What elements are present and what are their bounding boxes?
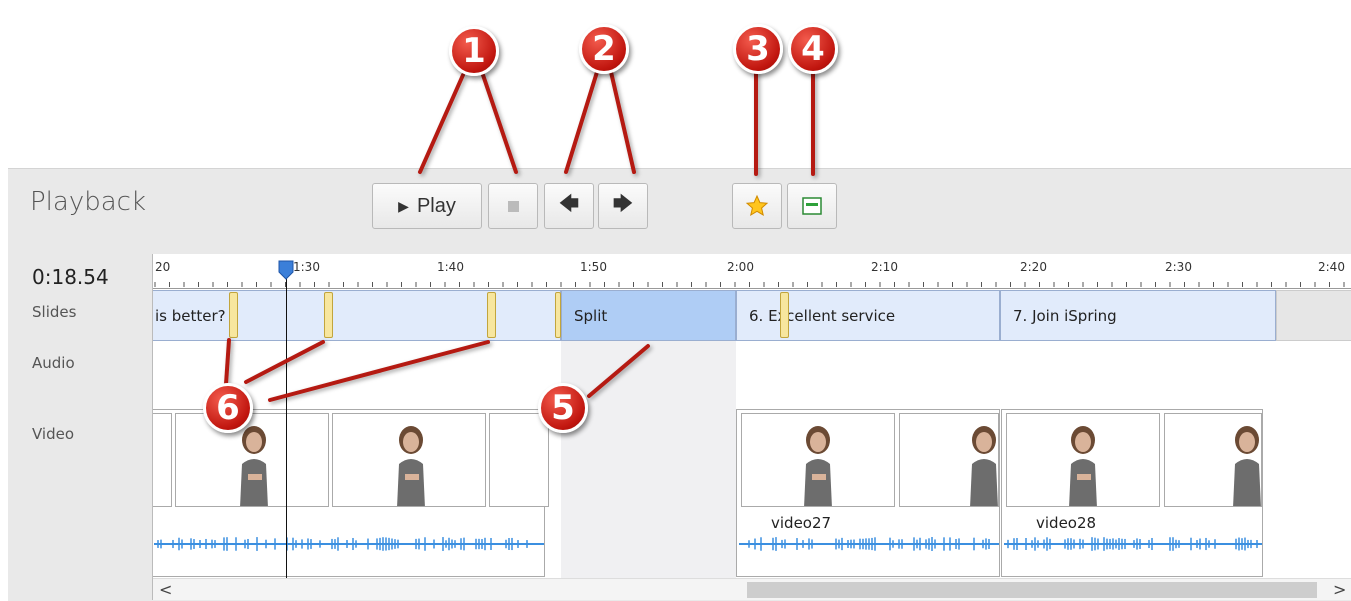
next-button[interactable]: 🡆 bbox=[598, 183, 648, 229]
tick-label: 20 bbox=[155, 260, 171, 274]
slide-marker[interactable] bbox=[487, 292, 496, 338]
audio-waveform bbox=[154, 537, 544, 551]
video-clip[interactable] bbox=[153, 409, 549, 577]
callout-1: 1 bbox=[449, 26, 499, 76]
timeline[interactable]: 20 1:30 1:40 1:50 2:00 2:10 2:20 2:30 2:… bbox=[152, 254, 1351, 600]
scrollbar-thumb[interactable] bbox=[747, 582, 1317, 598]
scroll-right-arrow[interactable]: > bbox=[1333, 580, 1346, 599]
slide-button[interactable] bbox=[787, 183, 837, 229]
tick-label: 2:10 bbox=[871, 260, 898, 274]
video-clip[interactable]: video28 bbox=[1001, 409, 1263, 577]
video-thumbnail bbox=[1164, 413, 1262, 507]
clip-label: video27 bbox=[771, 514, 832, 532]
clip-label: video28 bbox=[1036, 514, 1097, 532]
panel-title: Playback bbox=[30, 187, 147, 217]
slide-icon bbox=[802, 197, 822, 215]
callout-2: 2 bbox=[579, 24, 629, 74]
horizontal-scrollbar[interactable]: < > bbox=[153, 578, 1351, 600]
star-icon bbox=[745, 194, 769, 217]
presenter-image bbox=[970, 426, 998, 506]
presenter-image bbox=[1233, 426, 1261, 506]
stop-icon bbox=[507, 200, 519, 212]
mark-button[interactable] bbox=[732, 183, 782, 229]
tick-label: 1:30 bbox=[293, 260, 320, 274]
arrow-left-icon: 🡄 bbox=[558, 193, 580, 215]
tick-label: 2:00 bbox=[727, 260, 754, 274]
audio-waveform bbox=[739, 537, 999, 551]
presenter-image bbox=[240, 426, 268, 506]
callout-3: 3 bbox=[733, 24, 783, 74]
video-thumbnail bbox=[332, 413, 486, 507]
presenter-image bbox=[804, 426, 832, 506]
video-thumbnail bbox=[741, 413, 895, 507]
row-label-video: Video bbox=[32, 425, 75, 443]
tick-label: 2:40 bbox=[1318, 260, 1345, 274]
video-thumbnail bbox=[899, 413, 999, 507]
tick-label: 2:30 bbox=[1165, 260, 1192, 274]
stop-button[interactable] bbox=[488, 183, 538, 229]
video-thumbnail bbox=[1006, 413, 1160, 507]
slide-marker[interactable] bbox=[324, 292, 333, 338]
tick-label: 2:20 bbox=[1020, 260, 1047, 274]
slide-marker[interactable] bbox=[555, 292, 561, 338]
slide-item-empty bbox=[1276, 290, 1351, 341]
time-ruler[interactable]: 20 1:30 1:40 1:50 2:00 2:10 2:20 2:30 2:… bbox=[153, 254, 1351, 289]
slide-item-split[interactable]: Split bbox=[561, 290, 736, 341]
play-icon: ▶ bbox=[398, 197, 409, 214]
callout-4: 4 bbox=[788, 24, 838, 74]
presenter-image bbox=[397, 426, 425, 506]
previous-button[interactable]: 🡄 bbox=[544, 183, 594, 229]
slide-item[interactable]: is better? bbox=[153, 290, 561, 341]
callout-5: 5 bbox=[538, 383, 588, 433]
scroll-left-arrow[interactable]: < bbox=[159, 580, 172, 599]
arrow-right-icon: 🡆 bbox=[612, 193, 634, 215]
slide-marker[interactable] bbox=[229, 292, 238, 338]
playhead-line bbox=[286, 262, 287, 578]
video-clip[interactable]: video27 bbox=[736, 409, 1000, 577]
slide-marker[interactable] bbox=[780, 292, 789, 338]
video-thumbnail bbox=[489, 413, 549, 507]
row-label-slides: Slides bbox=[32, 303, 77, 321]
slide-item[interactable]: 7. Join iSpring bbox=[1000, 290, 1276, 341]
presenter-image bbox=[1069, 426, 1097, 506]
current-time: 0:18.54 bbox=[32, 265, 109, 289]
playhead-handle[interactable] bbox=[278, 260, 294, 280]
video-thumbnail bbox=[175, 413, 329, 507]
tick-label: 1:50 bbox=[580, 260, 607, 274]
tick-label: 1:40 bbox=[437, 260, 464, 274]
play-button-label: Play bbox=[416, 194, 456, 217]
split-gap bbox=[561, 341, 736, 581]
audio-waveform bbox=[1004, 537, 1262, 551]
slide-item[interactable]: 6. Excellent service bbox=[736, 290, 1000, 341]
callout-6: 6 bbox=[203, 383, 253, 433]
row-label-audio: Audio bbox=[32, 354, 75, 372]
play-button[interactable]: ▶ Play bbox=[372, 183, 482, 229]
video-thumbnail bbox=[153, 413, 172, 507]
